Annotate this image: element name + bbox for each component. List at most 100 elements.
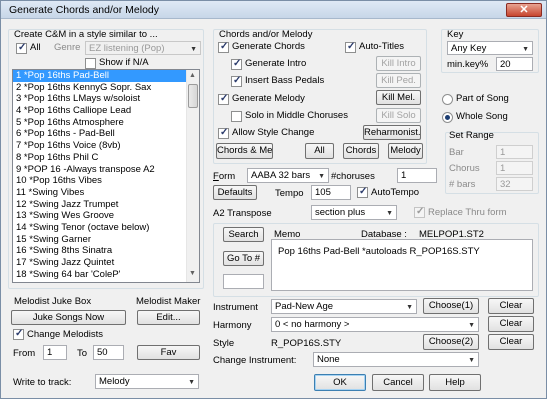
- all-label: All: [30, 42, 41, 53]
- style-list-item[interactable]: 2 *Pop 16ths KennyG Sopr. Sax: [13, 82, 187, 94]
- style-list[interactable]: 1 *Pop 16ths Pad-Bell 2 *Pop 16ths KennyG…: [12, 69, 200, 283]
- allow-style-checkbox[interactable]: [218, 127, 229, 139]
- harmony-label: Harmony: [213, 320, 252, 331]
- choose1-button[interactable]: Choose(1): [423, 298, 479, 314]
- allow-style-label: Allow Style Change: [232, 127, 315, 138]
- help-button[interactable]: Help: [429, 374, 481, 391]
- auto-tempo-checkbox[interactable]: [357, 186, 368, 198]
- style-list-item[interactable]: 14 *Swing Tenor (octave below): [13, 222, 187, 234]
- chevron-down-icon: ▼: [522, 46, 529, 53]
- ok-button[interactable]: OK: [314, 374, 366, 391]
- key-value: Any Key: [451, 43, 487, 54]
- style-list-item[interactable]: 5 *Pop 16ths Atmosphere: [13, 117, 187, 129]
- form-select[interactable]: AABA 32 bars ▼: [247, 168, 329, 183]
- style-list-item[interactable]: 17 *Swing Jazz Quintet: [13, 257, 187, 269]
- style-value: R_POP16S.STY: [271, 338, 342, 349]
- tempo-input[interactable]: 105: [311, 185, 351, 200]
- change-melodists-checkbox[interactable]: [13, 328, 24, 340]
- change-instrument-select[interactable]: None ▼: [313, 352, 479, 367]
- style-list-item[interactable]: 13 *Swing Wes Groove: [13, 210, 187, 222]
- style-list-item[interactable]: 3 *Pop 16ths LMays w/soloist: [13, 93, 187, 105]
- part-of-song-radio[interactable]: [442, 94, 453, 105]
- chords-button[interactable]: Chords: [343, 143, 379, 159]
- form-label-rest: orm: [218, 171, 236, 182]
- edit-button[interactable]: Edit...: [137, 310, 200, 325]
- generate-chords-checkbox[interactable]: [218, 41, 229, 53]
- style-list-item[interactable]: 16 *Swing 8ths Sinatra: [13, 245, 187, 257]
- genre-label: Genre: [54, 42, 81, 53]
- chevron-down-icon: ▼: [406, 304, 413, 311]
- style-list-item[interactable]: 1 *Pop 16ths Pad-Bell: [13, 70, 187, 82]
- from-input[interactable]: 1: [43, 345, 67, 360]
- form-label: Form: [213, 171, 236, 182]
- kill-ped-button[interactable]: Kill Ped.: [376, 73, 421, 88]
- cancel-button[interactable]: Cancel: [372, 374, 424, 391]
- style-list-item[interactable]: 6 *Pop 16ths - Pad-Bell: [13, 128, 187, 140]
- clear3-button[interactable]: Clear: [488, 334, 534, 350]
- style-list-item[interactable]: 4 *Pop 16ths Calliope Lead: [13, 105, 187, 117]
- whole-song-radio[interactable]: [442, 112, 453, 123]
- min-key-input[interactable]: 20: [496, 57, 533, 71]
- chevron-down-icon: ▼: [190, 46, 197, 53]
- to-label: To: [77, 348, 88, 359]
- instrument-select[interactable]: Pad-New Age ▼: [271, 299, 417, 314]
- kill-mel-button[interactable]: Kill Mel.: [376, 90, 421, 105]
- clear2-button[interactable]: Clear: [488, 316, 534, 332]
- style-list-item[interactable]: 15 *Swing Garner: [13, 234, 187, 246]
- auto-titles-checkbox[interactable]: [345, 41, 356, 53]
- chorus-input[interactable]: 1: [496, 161, 533, 175]
- melody-button[interactable]: Melody: [388, 143, 423, 159]
- search-button[interactable]: Search: [223, 227, 264, 242]
- fav-button[interactable]: Fav: [137, 345, 200, 360]
- style-list-scrollbar[interactable]: ▲ ▼: [186, 70, 199, 282]
- defaults-button[interactable]: Defaults: [213, 185, 257, 200]
- style-list-item[interactable]: 7 *Pop 16ths Voice (8vb): [13, 140, 187, 152]
- clear1-button[interactable]: Clear: [488, 298, 534, 314]
- part-of-song-label: Part of Song: [456, 93, 509, 104]
- all-checkbox[interactable]: [16, 42, 27, 54]
- show-na-checkbox[interactable]: [85, 58, 96, 69]
- kill-intro-button[interactable]: Kill Intro: [376, 56, 421, 71]
- choruses-input[interactable]: 1: [397, 168, 437, 183]
- scroll-up-icon[interactable]: ▲: [189, 72, 196, 79]
- generate-intro-checkbox[interactable]: [231, 58, 242, 70]
- style-list-item[interactable]: 18 *Swing 64 bar 'ColeP': [13, 269, 187, 281]
- kill-solo-button[interactable]: Kill Solo: [376, 108, 421, 123]
- genre-select[interactable]: EZ listening (Pop) ▼: [85, 41, 201, 55]
- write-track-label: Write to track:: [13, 377, 72, 388]
- tempo-label: Tempo: [275, 188, 304, 199]
- juke-songs-button[interactable]: Juke Songs Now: [11, 310, 126, 325]
- style-list-item[interactable]: 12 *Swing Jazz Trumpet: [13, 199, 187, 211]
- style-list-item[interactable]: 10 *Pop 16ths Vibes: [13, 175, 187, 187]
- harmony-select[interactable]: 0 < no harmony > ▼: [271, 317, 479, 332]
- chorus-label: Chorus: [449, 163, 480, 174]
- scroll-thumb[interactable]: [188, 84, 198, 108]
- replace-thru-checkbox[interactable]: [414, 206, 425, 218]
- generate-chords-label: Generate Chords: [232, 41, 305, 52]
- bars-input[interactable]: 32: [496, 177, 533, 191]
- scroll-down-icon[interactable]: ▼: [189, 270, 196, 277]
- generate-intro-label: Generate Intro: [245, 58, 307, 69]
- to-input[interactable]: 50: [93, 345, 124, 360]
- style-list-item[interactable]: 9 *POP 16 -Always transpose A2: [13, 164, 187, 176]
- transpose-select[interactable]: section plus ▼: [311, 205, 397, 220]
- form-value: AABA 32 bars: [251, 170, 311, 181]
- transpose-value: section plus: [315, 207, 366, 218]
- close-icon[interactable]: ✕: [506, 3, 542, 17]
- insert-bass-checkbox[interactable]: [231, 75, 242, 87]
- bar-input[interactable]: 1: [496, 145, 533, 159]
- chords-mel-button[interactable]: Chords & Mel.: [216, 143, 273, 159]
- change-melodists-label: Change Melodists: [27, 329, 104, 340]
- reharmonist-button[interactable]: Reharmonist...: [363, 125, 421, 140]
- style-list-item[interactable]: 11 *Swing Vibes: [13, 187, 187, 199]
- key-select[interactable]: Any Key ▼: [447, 41, 533, 55]
- goto-button[interactable]: Go To #: [223, 251, 264, 266]
- all-button[interactable]: All: [305, 143, 334, 159]
- generate-melody-checkbox[interactable]: [218, 93, 229, 105]
- solo-middle-checkbox[interactable]: [231, 111, 242, 122]
- goto-input[interactable]: [223, 274, 264, 289]
- style-list-item[interactable]: 8 *Pop 16ths Phil C: [13, 152, 187, 164]
- write-track-select[interactable]: Melody ▼: [95, 374, 199, 389]
- memo-text[interactable]: Pop 16ths Pad-Bell *autoloads R_POP16S.S…: [271, 239, 533, 291]
- choose2-button[interactable]: Choose(2): [423, 334, 479, 350]
